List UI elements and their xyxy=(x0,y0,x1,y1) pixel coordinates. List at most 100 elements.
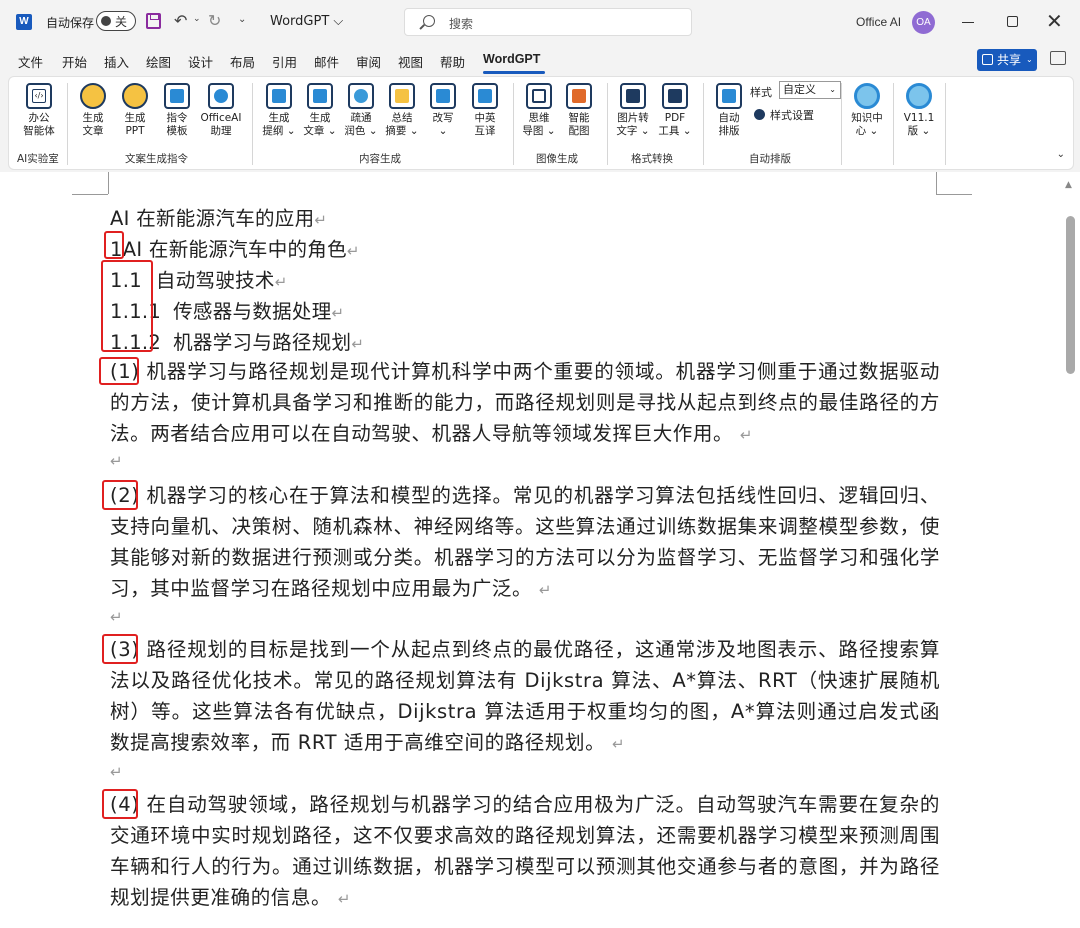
user-name[interactable]: Office AI xyxy=(856,15,901,29)
ribbon-separator xyxy=(513,83,514,165)
comments-icon[interactable] xyxy=(1050,51,1066,65)
quick-access-dropdown-icon[interactable]: ⌄ xyxy=(238,14,246,25)
style-label: 样式 xyxy=(750,86,772,99)
smart-image-button[interactable]: 智能 配图 xyxy=(557,83,601,138)
minimize-icon[interactable] xyxy=(962,22,974,23)
summary-button[interactable]: 总结 摘要 ⌄ xyxy=(380,83,424,138)
redo-icon[interactable]: ↻ xyxy=(208,11,221,30)
highlight-box xyxy=(102,634,138,664)
office-agent-button[interactable]: ‹/› 办公 智能体 xyxy=(17,83,61,138)
version-icon xyxy=(906,83,932,109)
document-title[interactable]: AI 在新能源汽车的应用↵ xyxy=(110,202,327,231)
undo-icon[interactable]: ↶ xyxy=(174,11,187,30)
tab-insert[interactable]: 插入 xyxy=(104,52,129,71)
tab-file[interactable]: 文件 xyxy=(18,52,43,71)
paragraph-4[interactable]: (4) 在自动驾驶领域，路径规划与机器学习的结合应用极为广泛。自动驾驶汽车需要在… xyxy=(110,789,940,915)
paragraph-1[interactable]: (1) 机器学习与路径规划是现代计算机科学中两个重要的领域。机器学习侧重于通过数… xyxy=(110,356,940,451)
word-logo-icon: W xyxy=(16,14,32,30)
ribbon-label: V11.1 版 ⌄ xyxy=(903,112,935,137)
heading-1[interactable]: 1AI 在新能源汽车中的角色↵ xyxy=(110,233,360,262)
ribbon-label: 办公 智能体 xyxy=(23,112,55,137)
save-icon[interactable] xyxy=(146,13,161,29)
tab-references[interactable]: 引用 xyxy=(272,52,297,71)
ribbon-label: OfficeAI 助理 xyxy=(200,112,242,137)
tab-mailings[interactable]: 邮件 xyxy=(314,52,339,71)
share-icon xyxy=(982,54,993,65)
code-icon: ‹/› xyxy=(26,83,52,109)
tab-view[interactable]: 视图 xyxy=(398,52,423,71)
page-corner-mark xyxy=(72,194,108,195)
rewrite-button[interactable]: 改写 ⌄ xyxy=(421,83,465,138)
translate-button[interactable]: 中英 互译 xyxy=(463,83,507,138)
tab-wordgpt[interactable]: WordGPT xyxy=(483,52,540,66)
gear-icon xyxy=(754,109,765,120)
maximize-icon[interactable] xyxy=(1007,16,1018,27)
ribbon-label: 指令 模板 xyxy=(166,112,188,137)
empty-paragraph-mark: ↵ xyxy=(110,608,123,626)
autosave-toggle[interactable]: 关 xyxy=(96,11,136,31)
paragraph-3[interactable]: (3) 路径规划的目标是找到一个从起点到终点的最优路径，这通常涉及地图表示、路径… xyxy=(110,634,940,760)
ribbon: ‹/› 办公 智能体 生成 文章 生成 PPT 指令 模板 OfficeAI 助… xyxy=(8,76,1074,170)
style-select[interactable]: 自定义 ⌄ xyxy=(779,81,841,99)
search-icon xyxy=(423,15,435,27)
search-input[interactable]: 搜索 xyxy=(404,8,692,36)
ribbon-label: PDF 工具 ⌄ xyxy=(658,112,692,137)
generate-text-button[interactable]: 生成 文章 ⌄ xyxy=(298,83,342,138)
ocr-icon xyxy=(620,83,646,109)
avatar[interactable]: OA xyxy=(912,11,935,34)
ribbon-label: 总结 摘要 ⌄ xyxy=(385,112,419,137)
generate-article-button[interactable]: 生成 文章 xyxy=(71,83,115,138)
ribbon-separator xyxy=(945,83,946,165)
style-settings-button[interactable]: 样式设置 xyxy=(754,107,814,123)
bulb-icon xyxy=(80,83,106,109)
mindmap-button[interactable]: 思维 导图 ⌄ xyxy=(517,83,561,138)
pdf-tools-button[interactable]: PDF 工具 ⌄ xyxy=(653,83,697,138)
image-to-text-button[interactable]: 图片转 文字 ⌄ xyxy=(611,83,655,138)
command-template-button[interactable]: 指令 模板 xyxy=(155,83,199,138)
ribbon-label: 思维 导图 ⌄ xyxy=(522,112,556,137)
officeai-assistant-button[interactable]: OfficeAI 助理 xyxy=(199,83,243,138)
outline-icon xyxy=(266,83,292,109)
close-icon[interactable]: ✕ xyxy=(1046,9,1063,33)
undo-dropdown-icon[interactable]: ⌄ xyxy=(193,14,201,24)
share-label: 共享 xyxy=(997,53,1022,67)
highlight-box xyxy=(101,260,153,352)
globe-icon xyxy=(348,83,374,109)
tab-home[interactable]: 开始 xyxy=(62,52,87,71)
highlight-box xyxy=(102,480,138,510)
polish-button[interactable]: 疏通 润色 ⌄ xyxy=(339,83,383,138)
ribbon-label: 中英 互译 xyxy=(474,112,496,137)
tab-design[interactable]: 设计 xyxy=(188,52,213,71)
scroll-up-icon[interactable]: ▲ xyxy=(1065,180,1072,190)
tab-help[interactable]: 帮助 xyxy=(440,52,465,71)
group-label-image: 图像生成 xyxy=(536,153,578,165)
auto-layout-button[interactable]: 自动 排版 xyxy=(707,83,751,138)
paragraph-2[interactable]: (2) 机器学习的核心在于算法和模型的选择。常见的机器学习算法包括线性回归、逻辑… xyxy=(110,480,940,606)
group-label-ai-lab: AI实验室 xyxy=(17,153,59,165)
ribbon-separator xyxy=(893,83,894,165)
empty-paragraph-mark: ↵ xyxy=(110,763,123,781)
highlight-box xyxy=(104,231,124,259)
collapse-ribbon-icon[interactable]: ⌄ xyxy=(1057,149,1065,160)
scrollbar-thumb[interactable] xyxy=(1066,216,1075,374)
empty-paragraph-mark: ↵ xyxy=(110,452,123,470)
ribbon-label: 生成 文章 ⌄ xyxy=(303,112,337,137)
generate-ppt-button[interactable]: 生成 PPT xyxy=(113,83,157,138)
tab-layout[interactable]: 布局 xyxy=(230,52,255,71)
share-button[interactable]: 共享 ⌄ xyxy=(977,49,1037,71)
rewrite-icon xyxy=(430,83,456,109)
translate-icon xyxy=(472,83,498,109)
tab-draw[interactable]: 绘图 xyxy=(146,52,171,71)
title-bar: W 自动保存 关 ↶ ⌄ ↻ ⌄ WordGPT ⌵ 搜索 Office AI … xyxy=(0,0,1080,44)
generate-outline-button[interactable]: 生成 提纲 ⌄ xyxy=(257,83,301,138)
knowledge-center-button[interactable]: 知识中 心 ⌄ xyxy=(845,83,889,138)
ribbon-separator xyxy=(703,83,704,165)
robot-icon xyxy=(208,83,234,109)
image-icon xyxy=(566,83,592,109)
version-button[interactable]: V11.1 版 ⌄ xyxy=(897,83,941,138)
ribbon-label: 改写 ⌄ xyxy=(432,112,454,137)
tab-review[interactable]: 审阅 xyxy=(356,52,381,71)
document-name[interactable]: WordGPT ⌵ xyxy=(270,14,343,29)
ribbon-label: 生成 提纲 ⌄ xyxy=(262,112,296,137)
bulb-ppt-icon xyxy=(122,83,148,109)
